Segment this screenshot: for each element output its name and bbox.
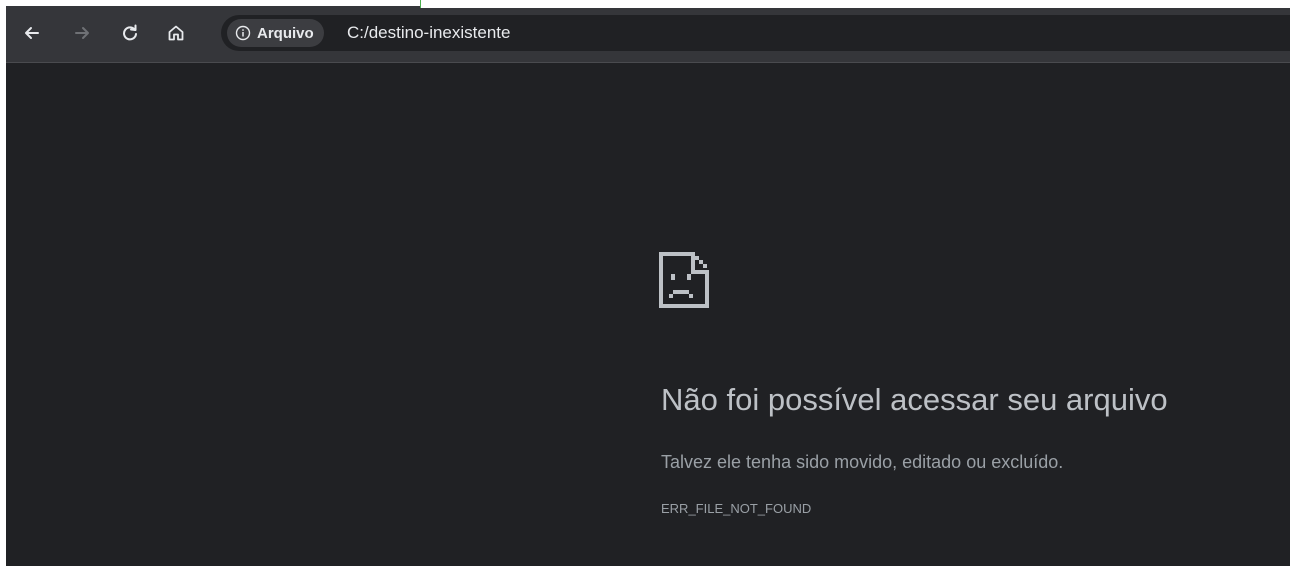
arrow-left-icon: [25, 27, 39, 39]
site-info-label: Arquivo: [257, 24, 314, 42]
reload-button[interactable]: [114, 17, 146, 49]
error-page: Não foi possível acessar seu arquivo Tal…: [6, 63, 1290, 566]
browser-window: Arquivo C:/destino-inexistente Não foi p…: [6, 6, 1290, 566]
tab-strip-edge: [420, 0, 1290, 8]
home-button[interactable]: [160, 17, 192, 49]
error-title: Não foi possível acessar seu arquivo: [661, 382, 1168, 417]
reload-icon: [123, 24, 137, 41]
site-info-chip[interactable]: Arquivo: [227, 19, 324, 47]
error-code: ERR_FILE_NOT_FOUND: [661, 501, 812, 516]
home-icon: [168, 25, 184, 41]
error-description: Talvez ele tenha sido movido, editado ou…: [661, 452, 1064, 472]
url-text[interactable]: C:/destino-inexistente: [347, 23, 510, 43]
back-button[interactable]: [16, 17, 48, 49]
address-bar[interactable]: Arquivo C:/destino-inexistente: [221, 15, 1290, 51]
forward-button[interactable]: [66, 17, 98, 49]
info-icon: [235, 25, 251, 41]
sad-file-icon: [659, 252, 709, 308]
browser-toolbar: Arquivo C:/destino-inexistente: [6, 6, 1290, 63]
arrow-right-icon: [75, 27, 89, 39]
